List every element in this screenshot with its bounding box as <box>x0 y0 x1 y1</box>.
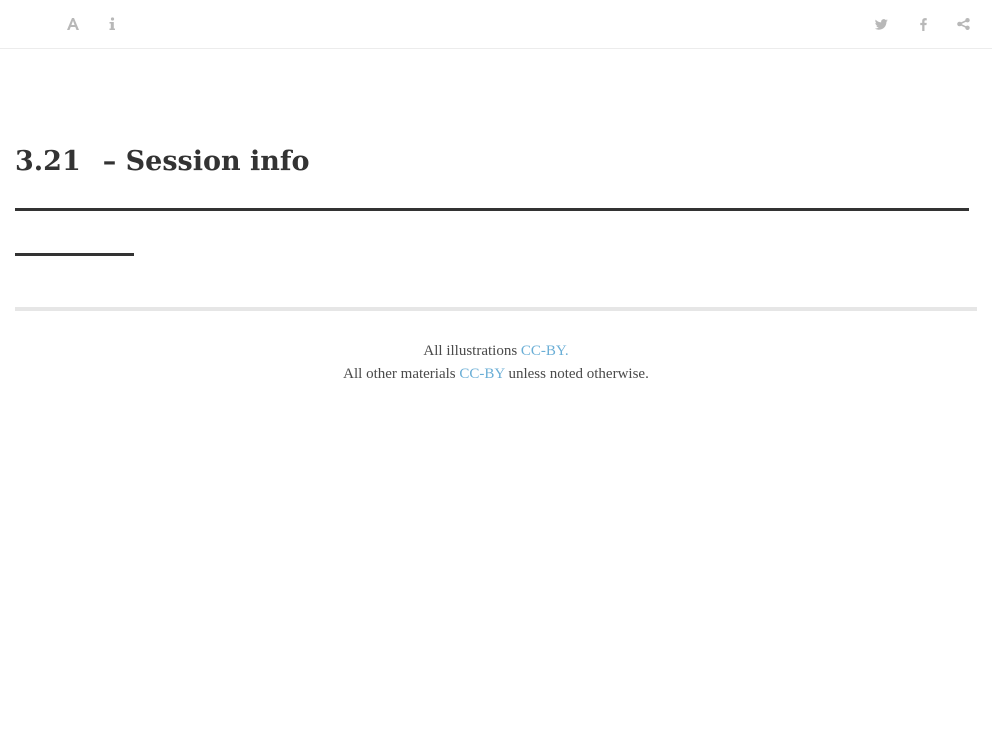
info-icon <box>108 17 116 31</box>
chapter-title-text: – Session info <box>102 146 310 177</box>
page-title: 3.21 – Session info <box>15 142 310 182</box>
license-line-illustrations: All illustrations CC-BY. <box>0 340 992 363</box>
title-underline <box>15 208 969 211</box>
license-line-materials: All other materials CC-BY unless noted o… <box>0 363 992 386</box>
book-toolbar <box>0 0 992 49</box>
license-line1-text: All illustrations <box>423 343 521 359</box>
twitter-share-button[interactable] <box>869 12 893 36</box>
license-line2-suffix: unless noted otherwise. <box>504 366 649 382</box>
footer-divider <box>15 307 977 311</box>
facebook-icon <box>919 17 927 31</box>
materials-license-link[interactable]: CC-BY <box>459 366 504 382</box>
title-underline-continued <box>15 253 134 256</box>
font-settings-button[interactable] <box>61 12 85 36</box>
twitter-icon <box>874 18 888 30</box>
illustrations-license-link[interactable]: CC-BY. <box>521 343 569 359</box>
font-settings-icon <box>66 17 80 31</box>
license-line2-text: All other materials <box>343 366 460 382</box>
license-footer: All illustrations CC-BY. All other mater… <box>0 340 992 386</box>
chapter-number: 3.21 <box>15 146 81 177</box>
share-icon <box>956 18 970 30</box>
info-button[interactable] <box>100 12 124 36</box>
share-button[interactable] <box>951 12 975 36</box>
facebook-share-button[interactable] <box>911 12 935 36</box>
